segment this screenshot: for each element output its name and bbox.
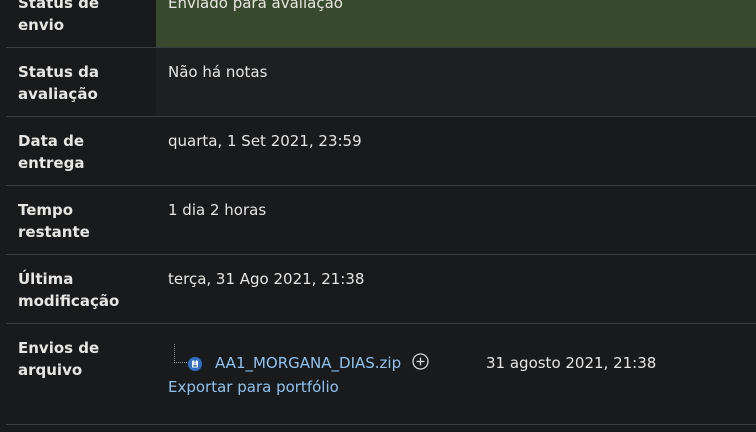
- time-remaining-label: Tempo restante: [18, 201, 90, 241]
- last-modified-value: terça, 31 Ago 2021, 21:38: [168, 270, 365, 288]
- grading-status-label: Status da avaliação: [18, 63, 99, 103]
- grading-status-value: Não há notas: [156, 48, 756, 116]
- file-entry: AA1_MORGANA_DIAS.zip 31 agosto 2021, 21:…: [168, 344, 754, 374]
- file-submissions-value: AA1_MORGANA_DIAS.zip 31 agosto 2021, 21:…: [156, 324, 756, 424]
- submission-status-label: Status de envio: [18, 0, 100, 34]
- row-grading-status: Status da avaliação Não há notas: [6, 48, 756, 117]
- submission-status-value: Enviado para avaliação: [156, 0, 756, 47]
- row-time-remaining: Tempo restante 1 dia 2 horas: [6, 186, 756, 255]
- file-timestamp: 31 agosto 2021, 21:38: [486, 354, 657, 372]
- submission-status-table: Status de envio Enviado para avaliação S…: [6, 0, 756, 425]
- row-submission-status: Status de envio Enviado para avaliação: [6, 0, 756, 48]
- row-last-modified: Última modificação terça, 31 Ago 2021, 2…: [6, 255, 756, 324]
- file-submissions-label: Envios de arquivo: [18, 339, 100, 379]
- row-file-submissions: Envios de arquivo AA1_MORGANA_DIAS.zip 3…: [6, 324, 756, 425]
- last-modified-label: Última modificação: [18, 270, 120, 310]
- time-remaining-value: 1 dia 2 horas: [168, 201, 267, 219]
- plus-circle-icon[interactable]: [412, 353, 429, 370]
- due-date-value: quarta, 1 Set 2021, 23:59: [168, 132, 362, 150]
- tree-connector: [174, 344, 187, 363]
- file-download-link[interactable]: AA1_MORGANA_DIAS.zip: [215, 352, 401, 374]
- zip-file-icon: [188, 357, 202, 371]
- export-portfolio-link[interactable]: Exportar para portfólio: [168, 376, 754, 398]
- row-due-date: Data de entrega quarta, 1 Set 2021, 23:5…: [6, 117, 756, 186]
- due-date-label: Data de entrega: [18, 132, 85, 172]
